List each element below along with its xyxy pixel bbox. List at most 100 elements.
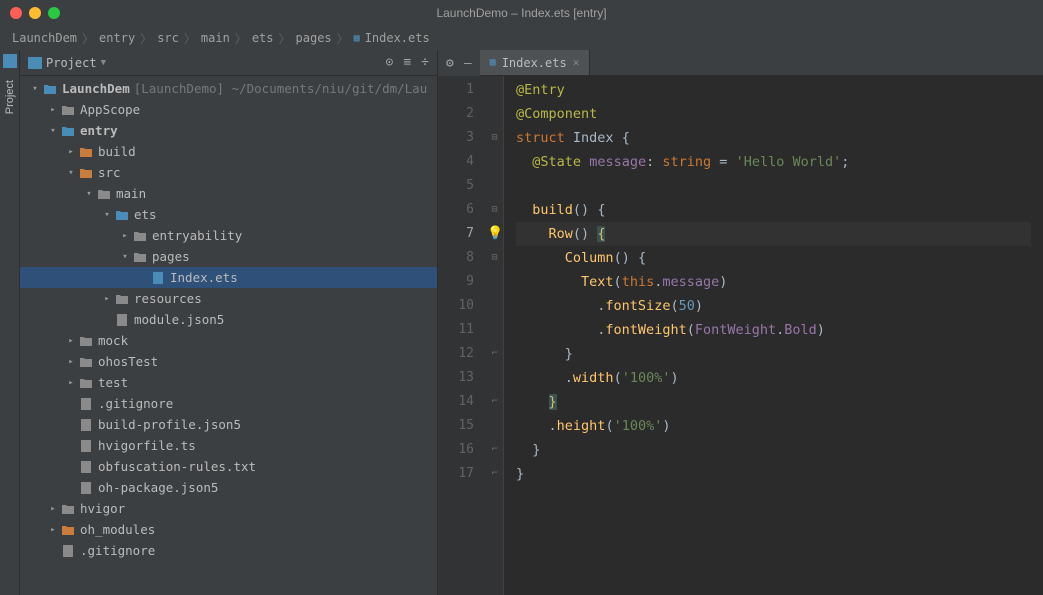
chevron-right-icon[interactable]: ▸ xyxy=(46,105,60,115)
line-number[interactable]: 8 xyxy=(438,246,474,270)
tree-row[interactable]: Index.ets xyxy=(20,267,437,288)
tree-row[interactable]: hvigorfile.ts xyxy=(20,435,437,456)
fold-marker[interactable]: ⊟ xyxy=(486,126,503,150)
code-line[interactable]: @Component xyxy=(516,102,1031,126)
code-content[interactable]: @Entry@Componentstruct Index { @State me… xyxy=(504,76,1043,595)
line-number[interactable]: 3 xyxy=(438,126,474,150)
code-line[interactable]: } xyxy=(516,390,1031,414)
chevron-right-icon[interactable]: ▸ xyxy=(64,147,78,157)
line-number[interactable]: 11 xyxy=(438,318,474,342)
breadcrumb-item[interactable]: ets xyxy=(252,31,274,45)
fold-marker[interactable]: ⌐ xyxy=(486,342,503,366)
chevron-right-icon[interactable]: ▸ xyxy=(100,294,114,304)
hide-icon[interactable]: — xyxy=(464,56,472,71)
tree-row[interactable]: ▸resources xyxy=(20,288,437,309)
code-line[interactable]: Row() { xyxy=(516,222,1031,246)
code-line[interactable]: } xyxy=(516,462,1031,486)
tree-row[interactable]: ▸mock xyxy=(20,330,437,351)
tree-row[interactable]: oh-package.json5 xyxy=(20,477,437,498)
tree-row[interactable]: ▸AppScope xyxy=(20,99,437,120)
tree-row[interactable]: ▸test xyxy=(20,372,437,393)
tree-row[interactable]: ▾src xyxy=(20,162,437,183)
project-tool-tab[interactable]: Project xyxy=(2,72,18,122)
code-line[interactable]: Column() { xyxy=(516,246,1031,270)
code-line[interactable] xyxy=(516,174,1031,198)
tree-row[interactable]: .gitignore xyxy=(20,540,437,561)
maximize-window-button[interactable] xyxy=(48,7,60,19)
code-line[interactable]: .fontWeight(FontWeight.Bold) xyxy=(516,318,1031,342)
code-line[interactable]: Text(this.message) xyxy=(516,270,1031,294)
intention-bulb-icon[interactable]: 💡 xyxy=(487,222,503,246)
line-number[interactable]: 13 xyxy=(438,366,474,390)
line-number[interactable]: 2 xyxy=(438,102,474,126)
breadcrumb-item[interactable]: pages xyxy=(296,31,332,45)
fold-gutter[interactable]: ⊟⊟⊟⊟⌐⌐⌐⌐💡 xyxy=(486,76,504,595)
chevron-right-icon[interactable]: ▸ xyxy=(64,357,78,367)
code-line[interactable]: build() { xyxy=(516,198,1031,222)
line-number[interactable]: 5 xyxy=(438,174,474,198)
line-number[interactable]: 1 xyxy=(438,78,474,102)
code-line[interactable]: @State message: string = 'Hello World'; xyxy=(516,150,1031,174)
breadcrumb-item[interactable]: Index.ets xyxy=(365,31,430,45)
code-line[interactable]: } xyxy=(516,438,1031,462)
breadcrumb-item[interactable]: LaunchDem xyxy=(12,31,77,45)
tree-row[interactable]: ▾entry xyxy=(20,120,437,141)
line-number[interactable]: 4 xyxy=(438,150,474,174)
line-number-gutter[interactable]: 1234567891011121314151617 xyxy=(438,76,486,595)
code-line[interactable]: .fontSize(50) xyxy=(516,294,1031,318)
chevron-down-icon[interactable]: ▾ xyxy=(46,126,60,136)
chevron-down-icon[interactable]: ▾ xyxy=(118,252,132,262)
line-number[interactable]: 12 xyxy=(438,342,474,366)
tree-row[interactable]: ▸oh_modules xyxy=(20,519,437,540)
breadcrumb-item[interactable]: main xyxy=(201,31,230,45)
breadcrumb-item[interactable]: entry xyxy=(99,31,135,45)
project-tree[interactable]: ▾LaunchDem [LaunchDemo] ~/Documents/niu/… xyxy=(20,76,437,595)
expand-all-icon[interactable]: ≡ xyxy=(403,55,411,70)
line-number[interactable]: 7 xyxy=(438,222,474,246)
chevron-right-icon[interactable]: ▸ xyxy=(46,525,60,535)
select-opened-file-icon[interactable]: ⊙ xyxy=(386,55,394,70)
chevron-right-icon[interactable]: ▸ xyxy=(118,231,132,241)
line-number[interactable]: 10 xyxy=(438,294,474,318)
fold-marker[interactable]: ⌐ xyxy=(486,462,503,486)
chevron-down-icon[interactable]: ▾ xyxy=(28,84,42,94)
code-editor[interactable]: 1234567891011121314151617 ⊟⊟⊟⊟⌐⌐⌐⌐💡 @Ent… xyxy=(438,76,1043,595)
tree-row[interactable]: module.json5 xyxy=(20,309,437,330)
chevron-down-icon[interactable]: ▾ xyxy=(82,189,96,199)
tree-row[interactable]: ▾pages xyxy=(20,246,437,267)
chevron-right-icon[interactable]: ▸ xyxy=(46,504,60,514)
chevron-right-icon[interactable]: ▸ xyxy=(64,336,78,346)
tree-row[interactable]: build-profile.json5 xyxy=(20,414,437,435)
fold-marker[interactable]: ⊟ xyxy=(486,246,503,270)
code-line[interactable]: @Entry xyxy=(516,78,1031,102)
tree-row[interactable]: ▸hvigor xyxy=(20,498,437,519)
fold-marker[interactable]: ⊟ xyxy=(486,198,503,222)
code-line[interactable]: .width('100%') xyxy=(516,366,1031,390)
tree-row[interactable]: ▾LaunchDem [LaunchDemo] ~/Documents/niu/… xyxy=(20,78,437,99)
close-icon[interactable]: ✕ xyxy=(573,56,580,69)
chevron-down-icon[interactable]: ▾ xyxy=(64,168,78,178)
editor-tab-index[interactable]: ▦ Index.ets ✕ xyxy=(480,50,591,75)
tree-row[interactable]: ▸ohosTest xyxy=(20,351,437,372)
gear-icon[interactable]: ⚙ xyxy=(446,56,454,71)
line-number[interactable]: 9 xyxy=(438,270,474,294)
chevron-down-icon[interactable]: ▾ xyxy=(100,210,114,220)
code-line[interactable]: .height('100%') xyxy=(516,414,1031,438)
line-number[interactable]: 6 xyxy=(438,198,474,222)
project-view-selector[interactable]: Project ▼ xyxy=(28,56,106,70)
fold-marker[interactable]: ⌐ xyxy=(486,390,503,414)
fold-marker[interactable]: ⌐ xyxy=(486,438,503,462)
code-line[interactable]: } xyxy=(516,342,1031,366)
breadcrumb-item[interactable]: src xyxy=(157,31,179,45)
tree-row[interactable]: ▸entryability xyxy=(20,225,437,246)
project-tool-icon[interactable] xyxy=(3,54,17,68)
chevron-right-icon[interactable]: ▸ xyxy=(64,378,78,388)
line-number[interactable]: 17 xyxy=(438,462,474,486)
tree-row[interactable]: ▾main xyxy=(20,183,437,204)
line-number[interactable]: 15 xyxy=(438,414,474,438)
line-number[interactable]: 14 xyxy=(438,390,474,414)
collapse-all-icon[interactable]: ÷ xyxy=(421,55,429,70)
tree-row[interactable]: .gitignore xyxy=(20,393,437,414)
line-number[interactable]: 16 xyxy=(438,438,474,462)
close-window-button[interactable] xyxy=(10,7,22,19)
